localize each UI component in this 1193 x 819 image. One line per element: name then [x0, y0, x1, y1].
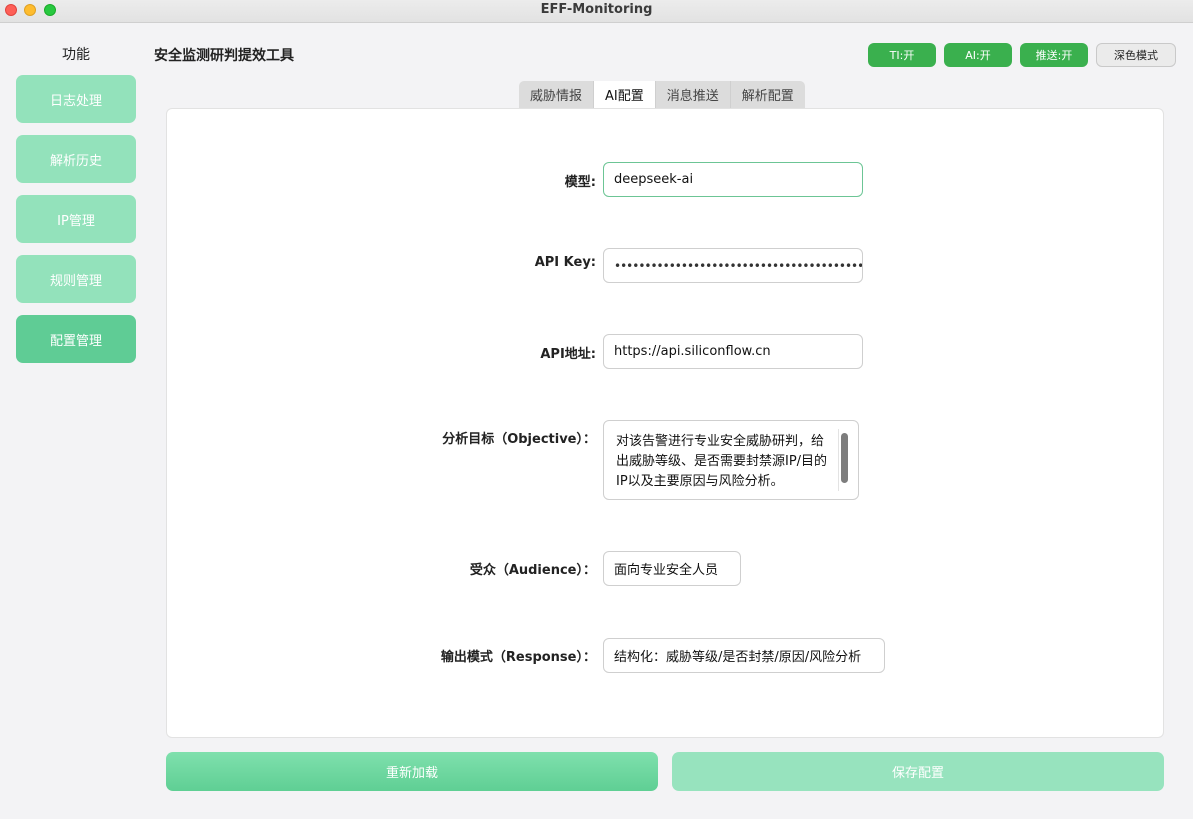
api-url-input[interactable]: https://api.siliconflow.cn [603, 334, 863, 369]
sidebar-item-parse-history[interactable]: 解析历史 [16, 135, 136, 183]
ai-toggle-button[interactable]: AI:开 [944, 43, 1012, 67]
window-titlebar: EFF-Monitoring [0, 0, 1193, 23]
api-url-label: API地址: [540, 347, 596, 362]
tab-ai-config[interactable]: AI配置 [594, 81, 656, 108]
ti-toggle-button[interactable]: TI:开 [868, 43, 936, 67]
objective-scrollbar-thumb[interactable] [841, 433, 848, 483]
dark-mode-button[interactable]: 深色模式 [1096, 43, 1176, 67]
response-input[interactable]: 结构化：威胁等级/是否封禁/原因/风险分析 [603, 638, 885, 673]
tab-parse-config[interactable]: 解析配置 [730, 81, 805, 108]
window-title: EFF-Monitoring [540, 2, 653, 17]
page-title: 安全监测研判提效工具 [154, 48, 294, 64]
objective-textarea[interactable]: 对该告警进行专业安全威胁研判，给出威胁等级、是否需要封禁源IP/目的IP以及主要… [603, 420, 859, 500]
objective-label: 分析目标（Objective）： [442, 432, 596, 447]
tab-message-push[interactable]: 消息推送 [655, 81, 731, 108]
api-key-label: API Key: [534, 255, 596, 270]
api-key-input[interactable]: ••••••••••••••••••••••••••••••••••••••••… [603, 248, 863, 283]
sidebar-item-rule-management[interactable]: 规则管理 [16, 255, 136, 303]
audience-label: 受众（Audience）： [469, 563, 596, 578]
api-key-masked-value: ••••••••••••••••••••••••••••••••••••••••… [614, 258, 863, 273]
sidebar-item-config-management[interactable]: 配置管理 [16, 315, 136, 363]
objective-scrollbar[interactable] [838, 429, 850, 491]
push-toggle-button[interactable]: 推送:开 [1020, 43, 1088, 67]
tab-threat-intel[interactable]: 威胁情报 [519, 81, 595, 108]
model-label: 模型: [564, 175, 596, 190]
model-input[interactable]: deepseek-ai [603, 162, 863, 197]
sidebar-item-log-processing[interactable]: 日志处理 [16, 75, 136, 123]
response-label: 输出模式（Response）： [440, 650, 596, 665]
save-config-button[interactable]: 保存配置 [672, 752, 1164, 791]
reload-button[interactable]: 重新加载 [166, 752, 658, 791]
audience-input[interactable]: 面向专业安全人员 [603, 551, 741, 586]
sidebar-title: 功能 [62, 47, 90, 63]
objective-text: 对该告警进行专业安全威胁研判，给出威胁等级、是否需要封禁源IP/目的IP以及主要… [616, 434, 828, 489]
sidebar-item-ip-management[interactable]: IP管理 [16, 195, 136, 243]
config-tabs: 威胁情报 AI配置 消息推送 解析配置 [519, 81, 805, 108]
